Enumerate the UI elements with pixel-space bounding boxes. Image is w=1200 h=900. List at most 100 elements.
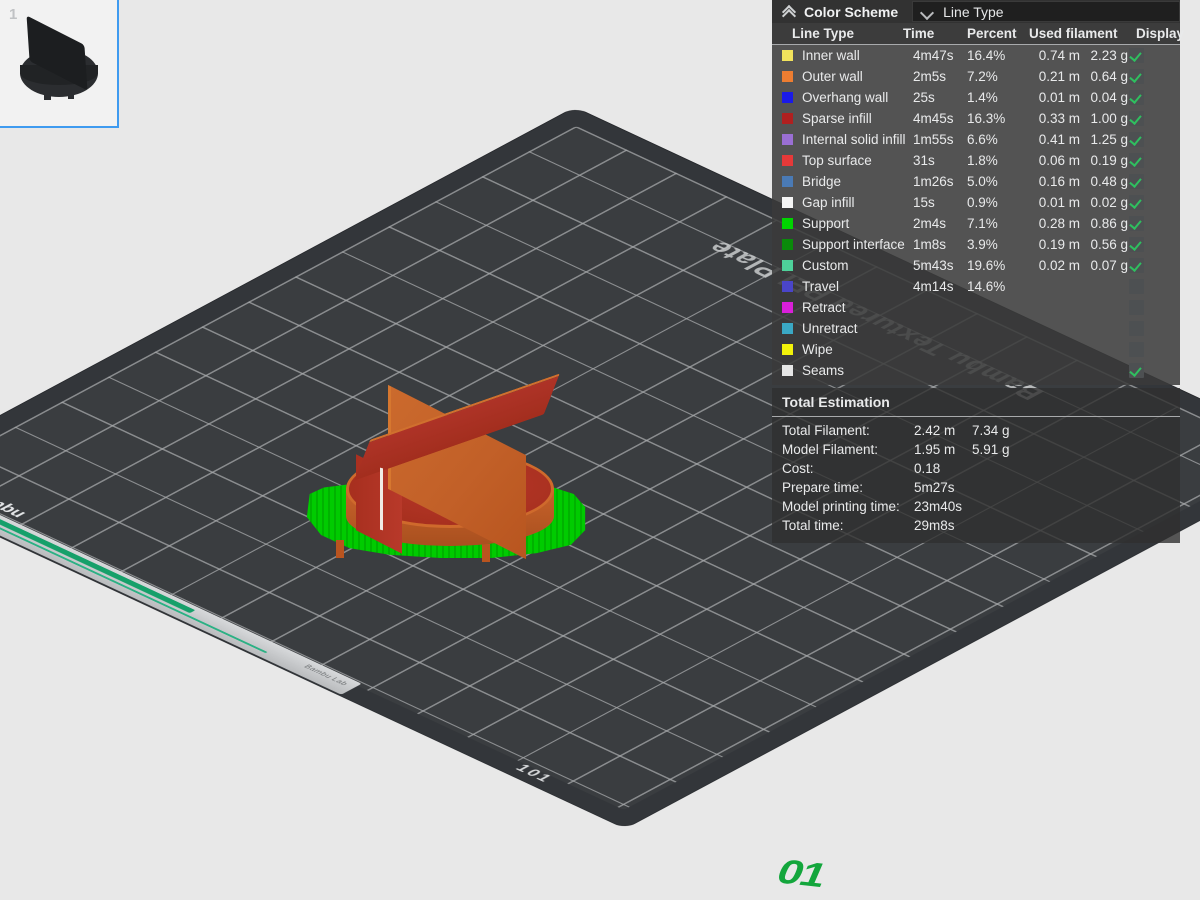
line-type-row[interactable]: Unretract — [772, 318, 1180, 339]
line-type-weight: 1.00 g — [1080, 111, 1128, 126]
line-type-label: Sparse infill — [802, 111, 913, 126]
line-type-weight: 2.23 g — [1080, 48, 1128, 63]
total-value-secondary: 5.91 g — [972, 442, 1032, 457]
line-type-table: Line Type Time Percent Used filament Dis… — [772, 23, 1180, 385]
line-type-row[interactable]: Support interface1m8s3.9%0.19 m0.56 g — [772, 234, 1180, 255]
support-nub-right — [482, 544, 490, 562]
line-type-row[interactable]: Seams — [772, 360, 1180, 381]
total-estimation-rows: Total Filament:2.42 m7.34 gModel Filamen… — [772, 421, 1180, 535]
display-checkbox[interactable] — [1129, 342, 1144, 357]
line-type-color-swatch — [782, 239, 802, 250]
column-header-line-type[interactable]: Line Type — [792, 26, 903, 41]
line-type-percent: 14.6% — [967, 279, 1029, 294]
display-checkbox[interactable] — [1129, 90, 1144, 105]
line-type-row[interactable]: Travel4m14s14.6% — [772, 276, 1180, 297]
column-header-display[interactable]: Display — [1128, 26, 1184, 41]
display-checkbox[interactable] — [1129, 279, 1144, 294]
line-type-display-cell — [1128, 258, 1180, 273]
color-scheme-title: Color Scheme — [804, 4, 898, 20]
line-type-display-cell — [1128, 90, 1180, 105]
plate-thumbnail-preview — [16, 25, 102, 101]
line-type-display-cell — [1128, 216, 1180, 231]
line-type-label: Gap infill — [802, 195, 913, 210]
display-checkbox[interactable] — [1129, 48, 1144, 63]
line-type-time: 4m45s — [913, 111, 967, 126]
display-checkbox[interactable] — [1129, 111, 1144, 126]
display-checkbox[interactable] — [1129, 321, 1144, 336]
app-root: Bambu Textured PEI Plate Bambu Bambu Lab… — [0, 0, 1200, 900]
line-type-percent: 0.9% — [967, 195, 1029, 210]
display-checkbox[interactable] — [1129, 132, 1144, 147]
total-value-primary: 0.18 — [914, 461, 972, 476]
chevron-up-icon[interactable] — [782, 5, 796, 19]
display-checkbox[interactable] — [1129, 153, 1144, 168]
total-label: Model Filament: — [782, 442, 914, 457]
sliced-model[interactable] — [296, 388, 596, 568]
view-type-dropdown[interactable]: Line Type — [912, 1, 1180, 22]
color-scheme-panel: Color Scheme Line Type Line Type Time Pe… — [772, 0, 1180, 385]
line-type-color-swatch — [782, 218, 802, 229]
line-type-display-cell — [1128, 321, 1180, 336]
line-type-row[interactable]: Custom5m43s19.6%0.02 m0.07 g — [772, 255, 1180, 276]
line-type-label: Top surface — [802, 153, 913, 168]
line-type-display-cell — [1128, 195, 1180, 210]
total-value-primary: 29m8s — [914, 518, 972, 533]
total-estimation-panel: Total Estimation Total Filament:2.42 m7.… — [772, 388, 1180, 543]
line-type-percent: 3.9% — [967, 237, 1029, 252]
line-type-time: 25s — [913, 90, 967, 105]
total-value-primary: 23m40s — [914, 499, 972, 514]
line-type-row[interactable]: Support2m4s7.1%0.28 m0.86 g — [772, 213, 1180, 234]
line-type-percent: 5.0% — [967, 174, 1029, 189]
line-type-length: 0.16 m — [1029, 174, 1080, 189]
line-type-length: 0.28 m — [1029, 216, 1080, 231]
line-type-color-swatch — [782, 92, 802, 103]
line-type-time: 4m14s — [913, 279, 967, 294]
line-type-row[interactable]: Sparse infill4m45s16.3%0.33 m1.00 g — [772, 108, 1180, 129]
line-type-label: Inner wall — [802, 48, 913, 63]
line-type-percent: 16.4% — [967, 48, 1029, 63]
line-type-color-swatch — [782, 197, 802, 208]
line-type-label: Support — [802, 216, 913, 231]
line-type-display-cell — [1128, 48, 1180, 63]
total-value-primary: 2.42 m — [914, 423, 972, 438]
display-checkbox[interactable] — [1129, 258, 1144, 273]
line-type-label: Custom — [802, 258, 913, 273]
line-type-time: 2m5s — [913, 69, 967, 84]
line-type-row[interactable]: Top surface31s1.8%0.06 m0.19 g — [772, 150, 1180, 171]
line-type-row[interactable]: Internal solid infill1m55s6.6%0.41 m1.25… — [772, 129, 1180, 150]
line-type-row[interactable]: Gap infill15s0.9%0.01 m0.02 g — [772, 192, 1180, 213]
display-checkbox[interactable] — [1129, 69, 1144, 84]
line-type-color-swatch — [782, 155, 802, 166]
line-type-row[interactable]: Overhang wall25s1.4%0.01 m0.04 g — [772, 87, 1180, 108]
line-type-display-cell — [1128, 300, 1180, 315]
line-type-color-swatch — [782, 113, 802, 124]
line-type-length: 0.33 m — [1029, 111, 1080, 126]
line-type-table-header: Line Type Time Percent Used filament Dis… — [772, 23, 1180, 45]
display-checkbox[interactable] — [1129, 237, 1144, 252]
display-checkbox[interactable] — [1129, 216, 1144, 231]
line-type-time: 15s — [913, 195, 967, 210]
line-type-display-cell — [1128, 69, 1180, 84]
line-type-weight: 0.04 g — [1080, 90, 1128, 105]
plate-thumbnail-card[interactable]: 1 — [0, 0, 119, 128]
line-type-row[interactable]: Inner wall4m47s16.4%0.74 m2.23 g — [772, 45, 1180, 66]
line-type-row[interactable]: Bridge1m26s5.0%0.16 m0.48 g — [772, 171, 1180, 192]
line-type-row[interactable]: Retract — [772, 297, 1180, 318]
display-checkbox[interactable] — [1129, 363, 1144, 378]
view-type-value: Line Type — [943, 4, 1003, 20]
total-label: Total Filament: — [782, 423, 914, 438]
line-type-row[interactable]: Outer wall2m5s7.2%0.21 m0.64 g — [772, 66, 1180, 87]
support-nub-left — [336, 540, 344, 558]
plate-thumbnail-index: 1 — [9, 6, 17, 23]
display-checkbox[interactable] — [1129, 300, 1144, 315]
column-header-time[interactable]: Time — [903, 26, 967, 41]
display-checkbox[interactable] — [1129, 174, 1144, 189]
line-type-weight: 0.48 g — [1080, 174, 1128, 189]
line-type-row[interactable]: Wipe — [772, 339, 1180, 360]
column-header-percent[interactable]: Percent — [967, 26, 1029, 41]
line-type-display-cell — [1128, 132, 1180, 147]
column-header-used-filament[interactable]: Used filament — [1029, 26, 1128, 41]
line-type-color-swatch — [782, 323, 802, 334]
display-checkbox[interactable] — [1129, 195, 1144, 210]
line-type-percent: 1.4% — [967, 90, 1029, 105]
